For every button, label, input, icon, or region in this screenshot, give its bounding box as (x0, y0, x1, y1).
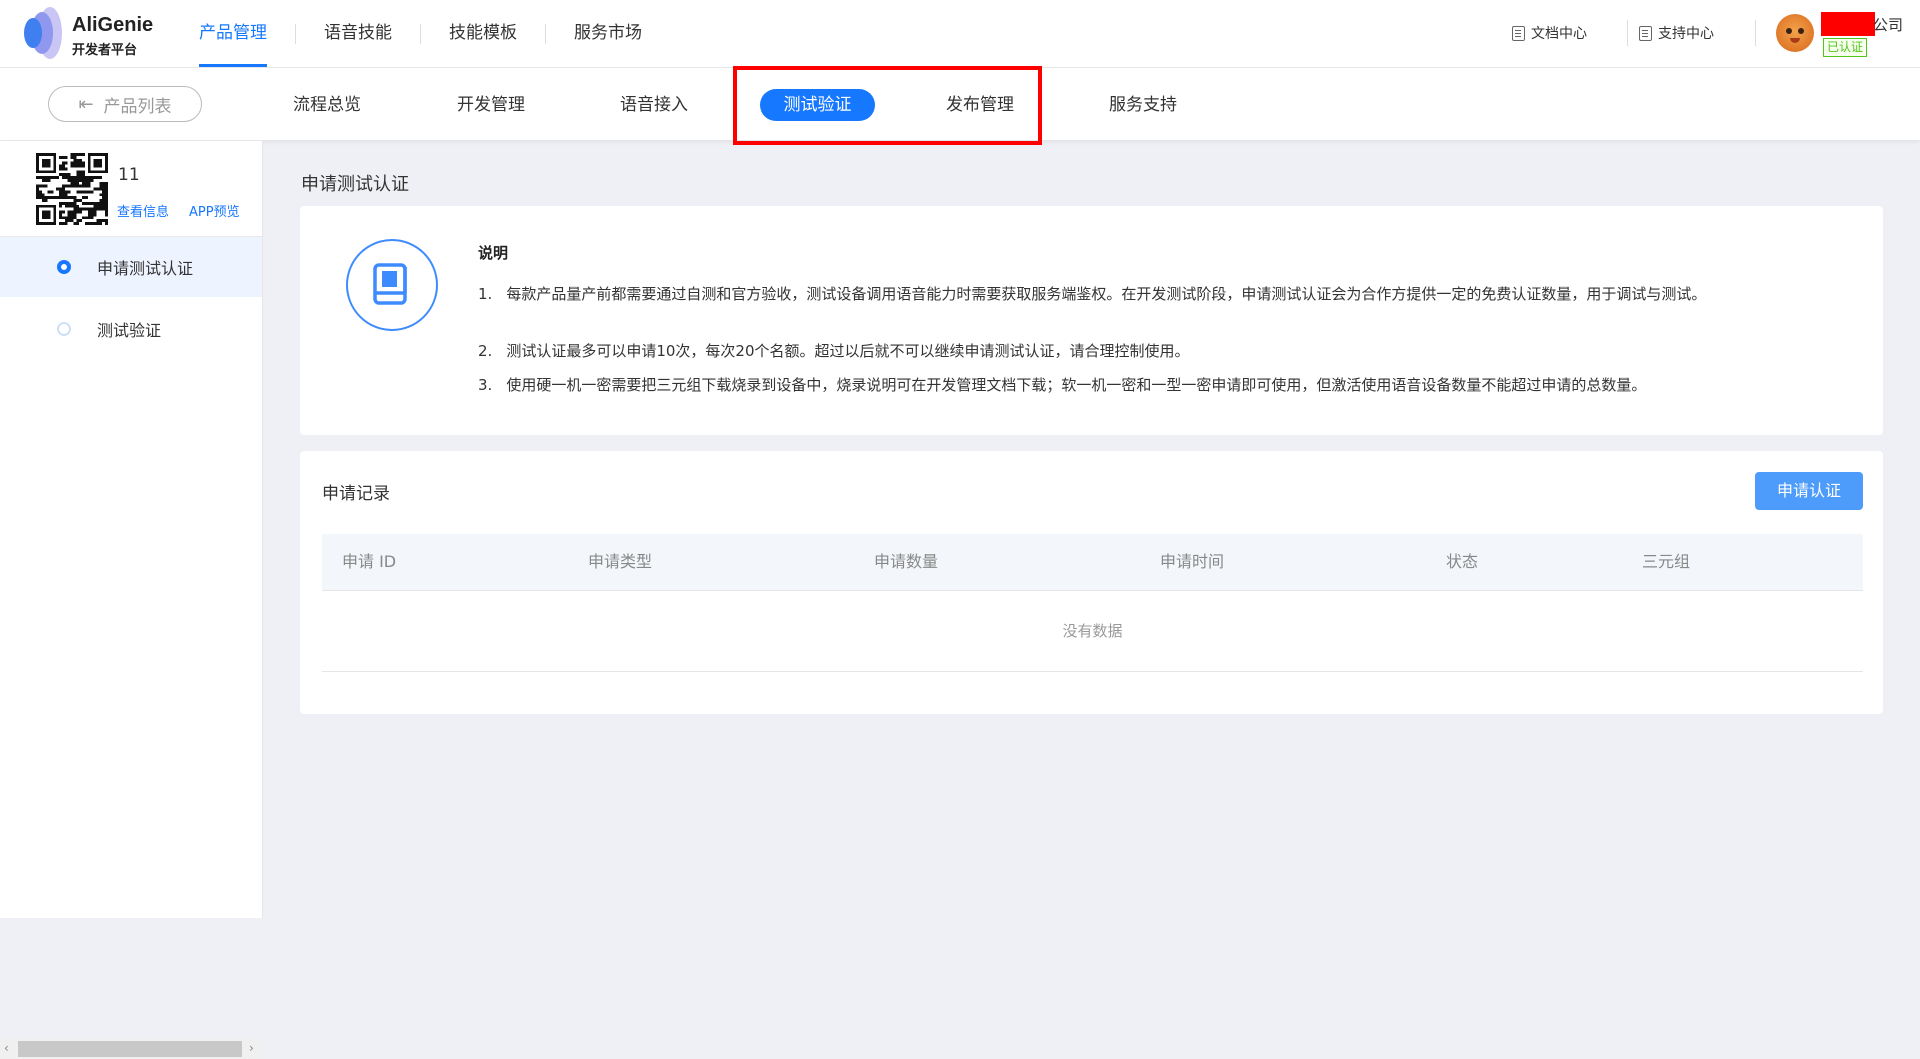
records-card: 申请记录 申请认证 申请 ID 申请类型 申请数量 申请时间 状态 三元组 没有… (300, 451, 1883, 714)
tab-voice-access[interactable]: 语音接入 (609, 89, 699, 121)
line-number: 1. (478, 285, 493, 303)
view-info-link[interactable]: 查看信息 (117, 201, 169, 220)
sidebar-item-apply-test-cert[interactable]: 申请测试认证 (0, 237, 262, 297)
doc-center-link[interactable]: 文档中心 (1512, 23, 1587, 43)
company-suffix: 公司 (1873, 16, 1904, 34)
brand-subtitle: 开发者平台 (72, 43, 138, 58)
description-card: 说明 1. 每款产品量产前都需要通过自测和官方验收，测试设备调用语音能力时需要获取… (300, 206, 1883, 435)
top-header: AliGenie 开发者平台 产品管理 语音技能 技能模板 服务市场 文档中心 … (0, 0, 1920, 68)
column-header-apply-count[interactable]: 申请数量 (874, 534, 938, 590)
scrollbar-thumb[interactable] (18, 1041, 242, 1057)
back-arrow-icon: ⇤ (78, 93, 94, 115)
header-divider (1755, 20, 1756, 46)
description-line: 3. 使用硬一机一密需要把三元组下载烧录到设备中，烧录说明可在开发管理文档下载；软… (478, 374, 1858, 396)
line-number: 3. (478, 376, 493, 394)
step-dot-icon (57, 322, 71, 336)
aligenie-logo[interactable]: AliGenie 开发者平台 (20, 6, 160, 62)
support-doc-icon (1639, 25, 1652, 41)
column-header-apply-type[interactable]: 申请类型 (588, 534, 652, 590)
column-header-apply-id[interactable]: 申请 ID (342, 534, 396, 590)
step-dot-active-icon (57, 260, 71, 274)
tab-service-support[interactable]: 服务支持 (1098, 89, 1188, 121)
nav-skill-templates[interactable]: 技能模板 (435, 0, 531, 67)
nav-divider (295, 23, 296, 44)
page-title: 申请测试认证 (301, 174, 409, 195)
records-title: 申请记录 (322, 484, 390, 504)
red-highlight-annotation (733, 66, 1042, 145)
book-icon (346, 239, 438, 331)
support-center-link[interactable]: 支持中心 (1639, 23, 1714, 43)
scroll-left-icon[interactable]: ‹ (4, 1041, 9, 1055)
sidebar-item-label: 申请测试认证 (97, 259, 194, 278)
product-list-label: 产品列表 (103, 96, 172, 117)
nav-product-management[interactable]: 产品管理 (185, 0, 281, 67)
scroll-right-icon[interactable]: › (249, 1041, 254, 1055)
line-text: 使用硬一机一密需要把三元组下载烧录到设备中，烧录说明可在开发管理文档下载；软一机… (506, 376, 1647, 394)
redacted-company-name (1821, 12, 1875, 36)
sidebar: 11 查看信息 APP预览 申请测试认证 测试验证 ‹ › (0, 141, 263, 1059)
nav-divider (545, 23, 546, 44)
column-header-status[interactable]: 状态 (1446, 534, 1478, 590)
user-avatar[interactable] (1776, 14, 1814, 52)
top-nav: 产品管理 语音技能 技能模板 服务市场 (185, 0, 656, 67)
table-header: 申请 ID 申请类型 申请数量 申请时间 状态 三元组 (322, 534, 1863, 591)
nav-service-market[interactable]: 服务市场 (560, 0, 656, 67)
doc-center-label: 文档中心 (1531, 26, 1587, 42)
column-header-apply-time[interactable]: 申请时间 (1160, 534, 1224, 590)
description-line: 2. 测试认证最多可以申请10次，每次20个名额。超过以后就不可以继续申请测试认证… (478, 340, 1858, 362)
apply-cert-button[interactable]: 申请认证 (1755, 472, 1863, 510)
line-text: 每款产品量产前都需要通过自测和官方验收，测试设备调用语音能力时需要获取服务端鉴权… (506, 285, 1707, 303)
support-center-label: 支持中心 (1658, 26, 1714, 42)
qr-code (36, 153, 108, 225)
tab-flow-overview[interactable]: 流程总览 (282, 89, 372, 121)
certified-badge: 已认证 (1823, 38, 1868, 57)
product-list-back-button[interactable]: ⇤ 产品列表 (48, 86, 202, 122)
sidebar-item-label: 测试验证 (97, 321, 162, 340)
sidebar-item-test-verify[interactable]: 测试验证 (0, 299, 262, 359)
line-text: 测试认证最多可以申请10次，每次20个名额。超过以后就不可以继续申请测试认证，请… (506, 342, 1190, 360)
nav-voice-skills[interactable]: 语音技能 (310, 0, 406, 67)
nav-divider (420, 23, 421, 44)
description-title: 说明 (478, 244, 509, 262)
column-header-triple[interactable]: 三元组 (1642, 534, 1690, 590)
empty-table-message: 没有数据 (322, 591, 1863, 672)
product-name: 11 (118, 165, 140, 185)
tab-dev-management[interactable]: 开发管理 (446, 89, 536, 121)
description-line: 1. 每款产品量产前都需要通过自测和官方验收，测试设备调用语音能力时需要获取服务端… (478, 283, 1858, 305)
app-preview-link[interactable]: APP预览 (189, 201, 240, 220)
horizontal-scrollbar[interactable]: ‹ › (0, 1039, 262, 1059)
aligenie-logo-icon (24, 7, 62, 59)
line-number: 2. (478, 342, 493, 360)
header-divider (1627, 20, 1628, 46)
document-icon (1512, 25, 1525, 41)
brand-name: AliGenie (72, 14, 154, 36)
